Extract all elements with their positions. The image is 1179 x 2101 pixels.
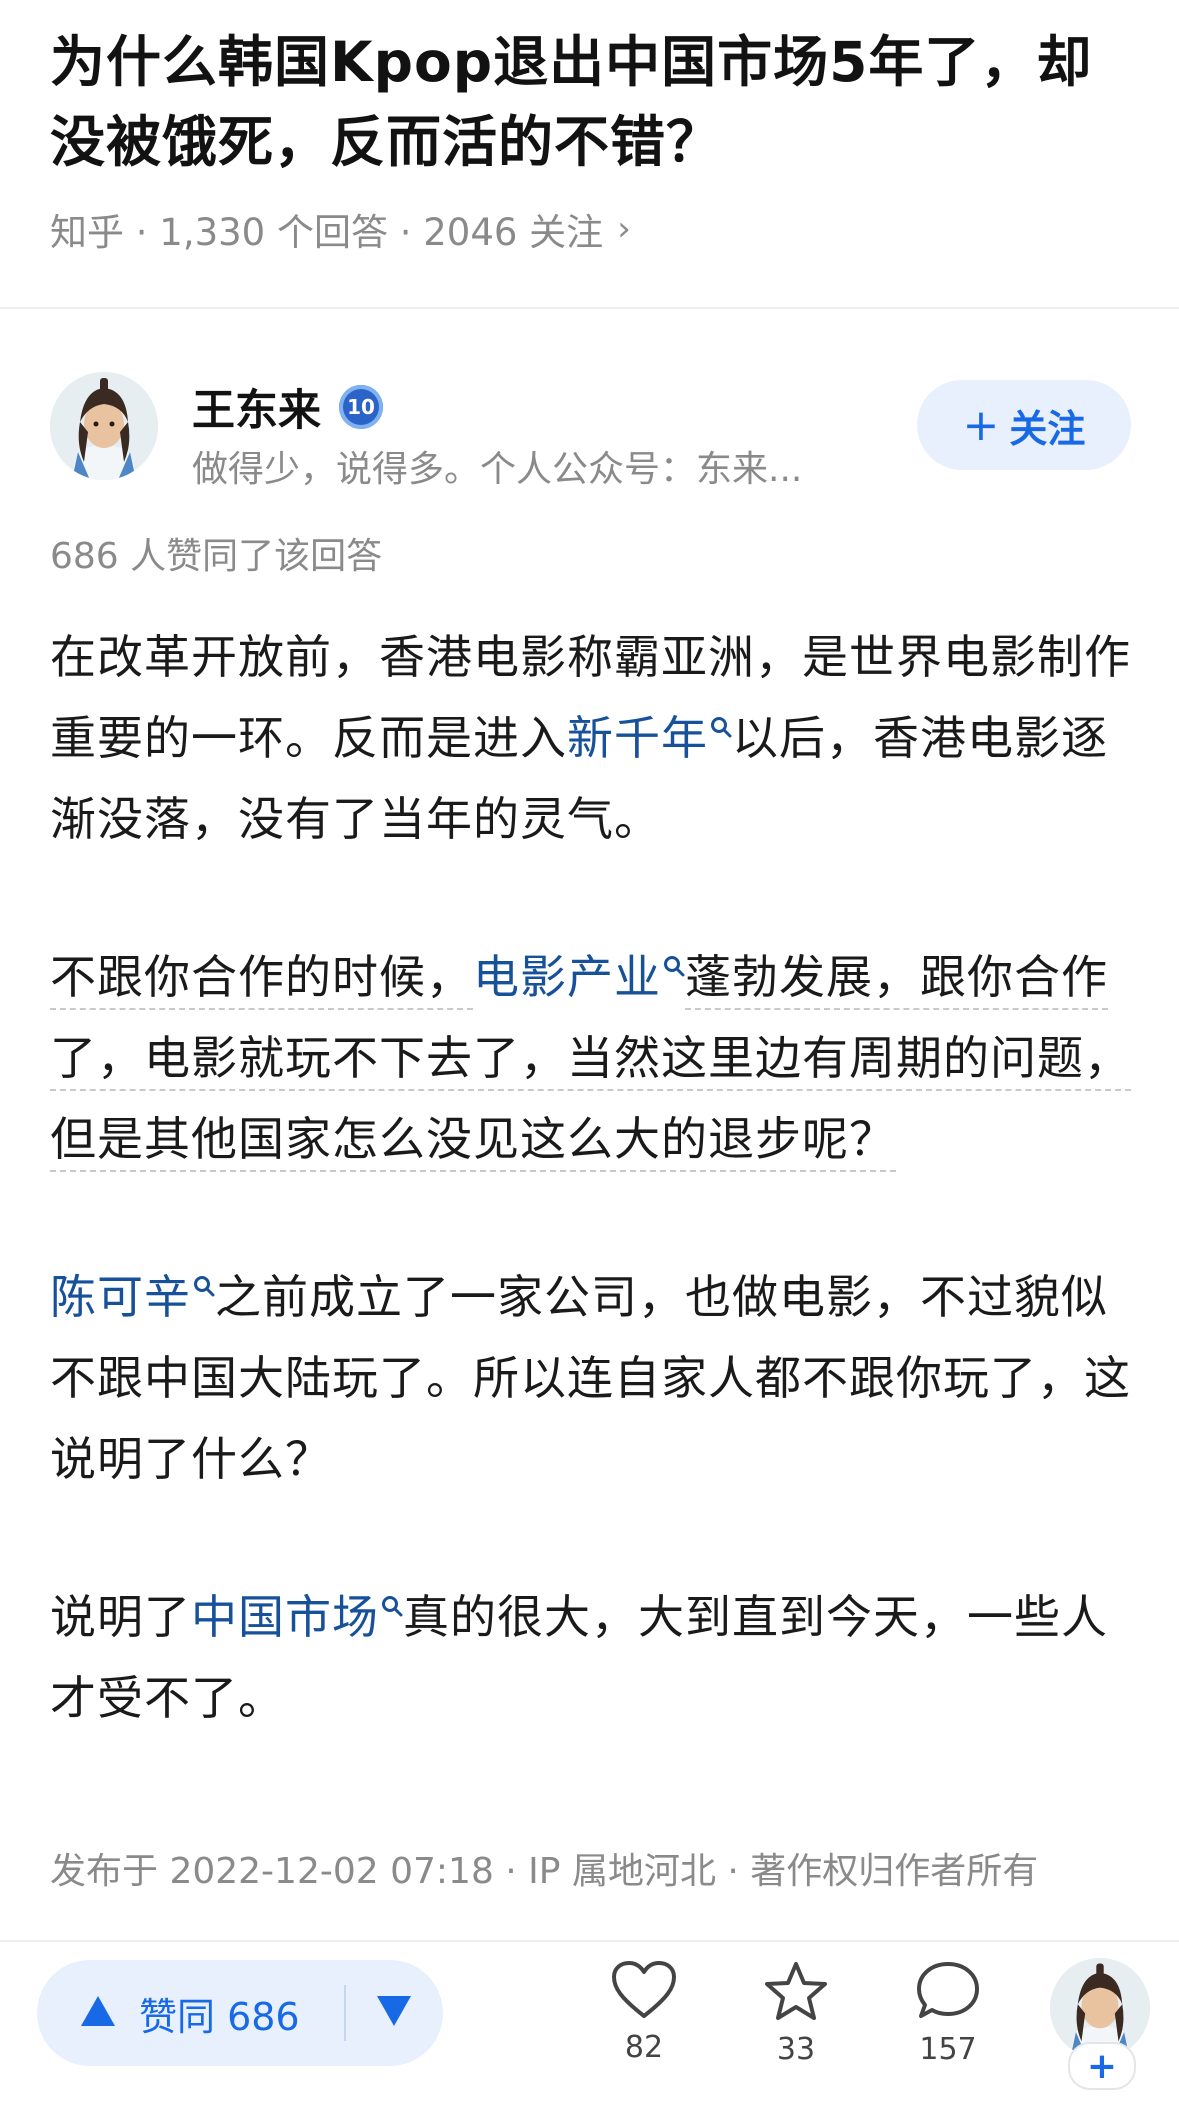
question-title[interactable]: 为什么韩国Kpop退出中国市场5年了，却没被饿死，反而活的不错？ <box>50 22 1129 182</box>
vote-up-icon <box>79 1994 117 2032</box>
vote-up-button[interactable]: 赞同 686 <box>37 1960 300 2066</box>
follow-label: 关注 <box>1009 406 1086 451</box>
heart-icon <box>611 1961 677 2024</box>
question-meta[interactable]: 知乎 · 1,330 个回答 · 2046 关注 › <box>50 202 1129 256</box>
follow-button[interactable]: + 关注 <box>917 380 1131 470</box>
avatar-illustration <box>50 372 158 480</box>
paragraph-text: 说明了 <box>50 1590 191 1644</box>
vote-pill: 赞同 686 <box>37 1960 443 2066</box>
author-name-row: 王东来 10 <box>192 376 383 438</box>
favorite-count: 33 <box>776 2032 816 2067</box>
keyword-text: 中国市场 <box>191 1590 379 1644</box>
keyword-text: 电影产业 <box>473 950 661 1004</box>
author-name[interactable]: 王东来 <box>192 376 321 438</box>
divider <box>0 307 1179 309</box>
star-icon <box>763 1962 829 2026</box>
search-small-icon <box>193 1275 215 1297</box>
paragraph-text: 不跟你合作的时候， <box>50 950 473 1010</box>
author-bio: 做得少，说得多。个人公众号：东来... <box>192 449 803 490</box>
chevron-right-icon: › <box>617 209 631 249</box>
search-small-icon <box>381 1595 403 1617</box>
paragraph-4: 说明了中国市场 真的很大，大到直到今天，一些人才受不了。 <box>50 1577 1135 1739</box>
comment-icon <box>915 1962 981 2026</box>
search-small-icon <box>663 955 685 977</box>
vote-up-label: 赞同 686 <box>139 1994 300 2039</box>
question-header: 为什么韩国Kpop退出中国市场5年了，却没被饿死，反而活的不错？ 知乎 · 1,… <box>0 0 1179 256</box>
plus-icon: + <box>962 399 1000 451</box>
bottom-action-bar: 赞同 686 82 33 157 + <box>0 1940 1179 2101</box>
keyword-link[interactable]: 陈可辛 <box>50 1270 215 1324</box>
keyword-link[interactable]: 新千年 <box>567 711 732 765</box>
keyword-text: 新千年 <box>567 711 708 765</box>
vote-down-icon <box>375 1994 413 2032</box>
keyword-text: 陈可辛 <box>50 1270 191 1324</box>
comment-count: 157 <box>919 2032 977 2067</box>
like-button[interactable]: 82 <box>589 1960 699 2065</box>
level-badge-icon: 10 <box>339 385 383 429</box>
favorite-button[interactable]: 33 <box>741 1960 851 2067</box>
like-count: 82 <box>624 2030 664 2065</box>
paragraph-3: 陈可辛 之前成立了一家公司，也做电影，不过貌似不跟中国大陆玩了。所以连自家人都不跟… <box>50 1257 1135 1500</box>
question-meta-text: 知乎 · 1,330 个回答 · 2046 关注 <box>50 211 604 254</box>
search-small-icon <box>710 716 732 738</box>
author-row: 王东来 10 做得少，说得多。个人公众号：东来... + 关注 <box>50 372 1131 490</box>
answer-content: 在改革开放前，香港电影称霸亚洲，是世界电影制作重要的一环。反而是进入新千年 以后，… <box>50 617 1135 1816</box>
publish-info: 发布于 2022-12-02 07:18 · IP 属地河北 · 著作权归作者所… <box>50 1851 1039 1892</box>
plus-icon[interactable]: + <box>1068 2042 1136 2090</box>
keyword-link[interactable]: 电影产业 <box>473 950 685 1004</box>
agree-count: 686 人赞同了该回答 <box>50 536 383 577</box>
paragraph-1: 在改革开放前，香港电影称霸亚洲，是世界电影制作重要的一环。反而是进入新千年 以后，… <box>50 617 1135 860</box>
keyword-link[interactable]: 中国市场 <box>191 1590 403 1644</box>
comment-button[interactable]: 157 <box>893 1960 1003 2067</box>
paragraph-2: 不跟你合作的时候，电影产业 蓬勃发展，跟你合作了，电影就玩不下去了，当然这里边有周… <box>50 937 1135 1180</box>
author-avatar[interactable] <box>50 372 158 480</box>
vote-down-button[interactable] <box>346 1960 443 2066</box>
